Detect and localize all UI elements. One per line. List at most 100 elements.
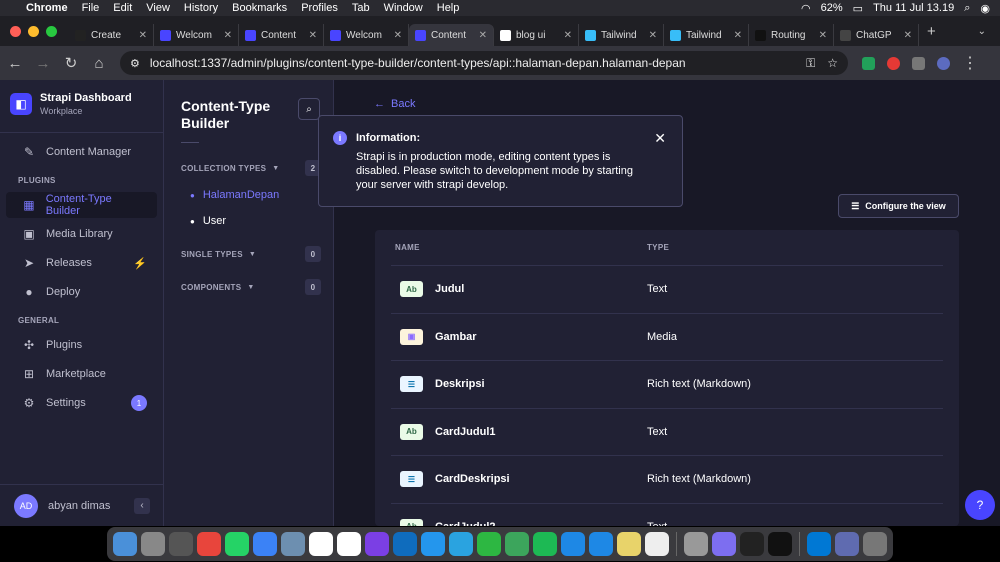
menu-file[interactable]: File: [82, 2, 100, 14]
wifi-icon[interactable]: ◠: [801, 2, 811, 15]
table-row[interactable]: ▣ Gambar Media: [391, 314, 943, 361]
dock-app-icon[interactable]: [141, 532, 165, 556]
tab-close-icon[interactable]: ✕: [309, 30, 317, 41]
table-row[interactable]: ☰ CardDeskripsi Rich text (Markdown): [391, 456, 943, 504]
components-header[interactable]: COMPONENTS ▼ 0: [181, 279, 321, 295]
tab-close-icon[interactable]: ✕: [734, 30, 742, 41]
dock-app-icon[interactable]: [835, 532, 859, 556]
tab-close-icon[interactable]: ✕: [649, 30, 657, 41]
chrome-menu-icon[interactable]: ⋮: [962, 53, 978, 73]
spotlight-icon[interactable]: ⌕: [964, 2, 970, 15]
single-types-header[interactable]: SINGLE TYPES ▼ 0: [181, 246, 321, 262]
battery-icon[interactable]: ▭: [853, 2, 863, 15]
back-nav-icon[interactable]: ←: [2, 55, 28, 72]
tab-close-icon[interactable]: ✕: [139, 30, 147, 41]
forward-nav-icon[interactable]: →: [30, 55, 56, 72]
dock-app-icon[interactable]: [807, 532, 831, 556]
dock-app-icon[interactable]: [533, 532, 557, 556]
tab-close-icon[interactable]: ✕: [819, 30, 827, 41]
new-tab-button[interactable]: +: [927, 23, 936, 40]
tab-close-icon[interactable]: ✕: [564, 30, 572, 41]
menu-help[interactable]: Help: [437, 2, 460, 14]
browser-tab[interactable]: Create ✕: [69, 24, 154, 46]
menu-view[interactable]: View: [146, 2, 170, 14]
close-window-button[interactable]: [10, 25, 21, 37]
browser-tab[interactable]: Routing ✕: [749, 24, 834, 46]
datetime[interactable]: Thu 11 Jul 13.19: [873, 2, 954, 14]
sidebar-item-plugins[interactable]: ✣ Plugins: [6, 332, 157, 358]
reload-icon[interactable]: ↻: [58, 54, 84, 72]
browser-tab[interactable]: Welcom ✕: [324, 24, 409, 46]
minimize-window-button[interactable]: [28, 25, 39, 37]
table-row[interactable]: Ab CardJudul1 Text: [391, 409, 943, 456]
collection-item-user[interactable]: ● User: [190, 215, 226, 227]
dock-app-icon[interactable]: [365, 532, 389, 556]
browser-tab[interactable]: Content ✕: [239, 24, 324, 46]
dock-app-icon[interactable]: [561, 532, 585, 556]
help-button[interactable]: ?: [965, 490, 995, 520]
browser-tab[interactable]: blog ui ✕: [494, 24, 579, 46]
menu-edit[interactable]: Edit: [113, 2, 132, 14]
dock-app-icon[interactable]: [863, 532, 887, 556]
address-bar[interactable]: ⚙ localhost:1337/admin/plugins/content-t…: [120, 51, 848, 75]
collection-types-header[interactable]: COLLECTION TYPES ▼ 2: [181, 160, 321, 176]
dock-app-icon[interactable]: [740, 532, 764, 556]
profile-avatar-icon[interactable]: [937, 56, 950, 70]
dock-app-icon[interactable]: [589, 532, 613, 556]
user-name[interactable]: abyan dimas: [48, 500, 110, 512]
back-link[interactable]: ← Back: [374, 98, 415, 110]
dock-app-icon[interactable]: [645, 532, 669, 556]
close-icon[interactable]: ✕: [654, 130, 666, 147]
dock-app-icon[interactable]: [225, 532, 249, 556]
browser-tab[interactable]: Tailwind ✕: [579, 24, 664, 46]
url-text[interactable]: localhost:1337/admin/plugins/content-typ…: [150, 56, 686, 70]
sidebar-item-settings[interactable]: ⚙ Settings 1: [6, 390, 157, 416]
home-icon[interactable]: ⌂: [86, 55, 112, 72]
menu-app-name[interactable]: Chrome: [26, 2, 68, 14]
record-extension-icon[interactable]: [887, 56, 900, 70]
sidebar-item-marketplace[interactable]: ⊞ Marketplace: [6, 361, 157, 387]
dock-app-icon[interactable]: [712, 532, 736, 556]
dock-app-icon[interactable]: [768, 532, 792, 556]
sidebar-item-deploy[interactable]: ● Deploy: [6, 279, 157, 305]
site-info-icon[interactable]: ⚙: [130, 57, 140, 70]
password-key-icon[interactable]: ⚿: [806, 56, 815, 71]
browser-tab[interactable]: Welcom ✕: [154, 24, 239, 46]
dock-app-icon[interactable]: [617, 532, 641, 556]
table-row[interactable]: ☰ Deskripsi Rich text (Markdown): [391, 361, 943, 409]
control-center-icon[interactable]: ◉: [980, 2, 990, 15]
menu-profiles[interactable]: Profiles: [301, 2, 338, 14]
tab-close-icon[interactable]: ✕: [394, 30, 402, 41]
dock-app-icon[interactable]: [477, 532, 501, 556]
collection-item-halamandepan[interactable]: ● HalamanDepan: [190, 189, 279, 201]
dock-app-icon[interactable]: [684, 532, 708, 556]
tab-close-icon[interactable]: ✕: [224, 30, 232, 41]
sidebar-item-content-manager[interactable]: ✎ Content Manager: [6, 139, 157, 165]
dock-app-icon[interactable]: [197, 532, 221, 556]
bookmark-star-icon[interactable]: ☆: [827, 56, 838, 71]
dock-app-icon[interactable]: [281, 532, 305, 556]
dock-app-icon[interactable]: [421, 532, 445, 556]
menu-tab[interactable]: Tab: [352, 2, 370, 14]
zoom-window-button[interactable]: [46, 25, 57, 37]
dock-app-icon[interactable]: [253, 532, 277, 556]
dock-app-icon[interactable]: [309, 532, 333, 556]
table-row[interactable]: AbCardJudul2Text: [391, 504, 943, 526]
sidebar-item-media-library[interactable]: ▣ Media Library: [6, 221, 157, 247]
dock-app-icon[interactable]: [169, 532, 193, 556]
table-row[interactable]: Ab Judul Text: [391, 266, 943, 314]
dock-app-icon[interactable]: [505, 532, 529, 556]
menu-bookmarks[interactable]: Bookmarks: [232, 2, 287, 14]
browser-tab[interactable]: ChatGP ✕: [834, 24, 919, 46]
menu-history[interactable]: History: [184, 2, 218, 14]
configure-view-button[interactable]: ☰ Configure the view: [838, 194, 959, 218]
menu-window[interactable]: Window: [384, 2, 423, 14]
tab-close-icon[interactable]: ✕: [904, 30, 912, 41]
puzzle-extensions-icon[interactable]: [912, 56, 925, 70]
sidebar-item-content-type-builder[interactable]: ▦ Content-Type Builder: [6, 192, 157, 218]
dock-app-icon[interactable]: [113, 532, 137, 556]
browser-tab[interactable]: Content ✕: [409, 24, 494, 46]
sidebar-item-releases[interactable]: ➤ Releases ⚡: [6, 250, 157, 276]
avatar[interactable]: AD: [14, 493, 38, 518]
browser-tab[interactable]: Tailwind ✕: [664, 24, 749, 46]
